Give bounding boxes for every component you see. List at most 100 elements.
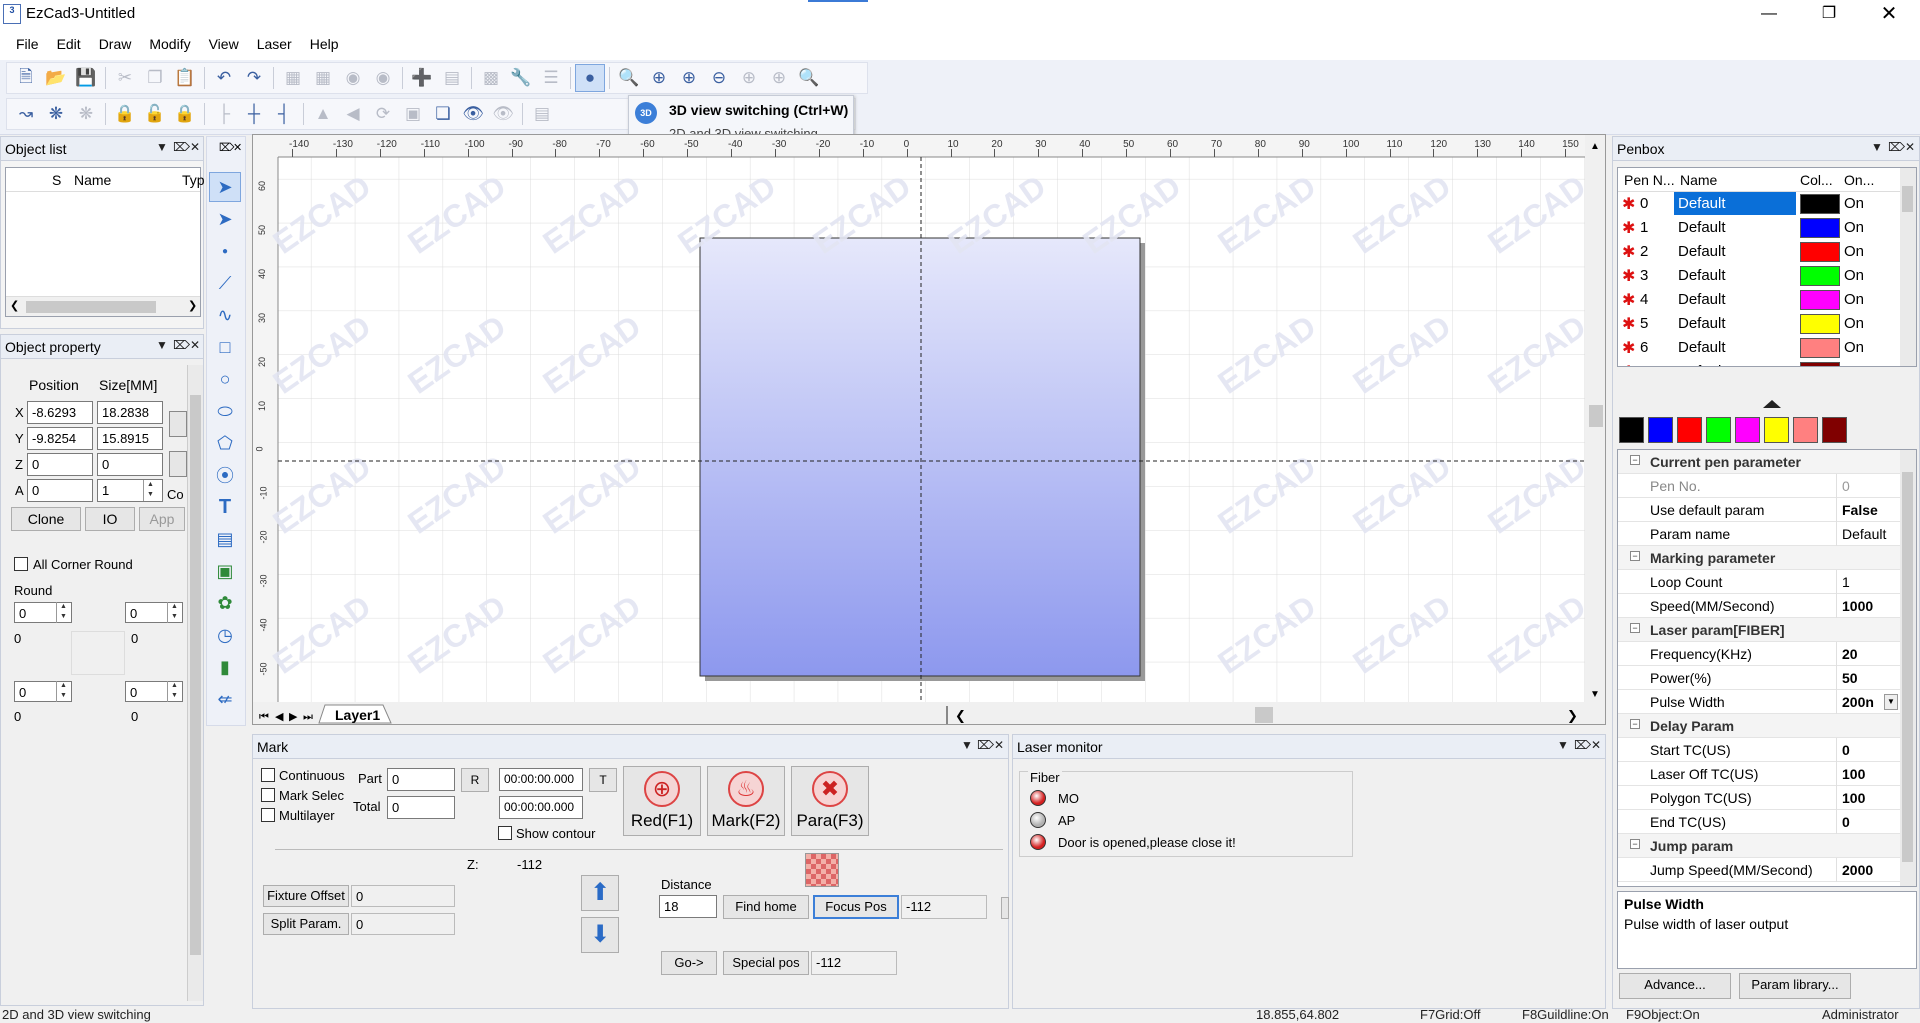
pen-color-cell[interactable] [1800, 338, 1840, 358]
tools-icon[interactable]: 🔧 [506, 64, 536, 92]
position-z-field[interactable]: 0 [27, 453, 93, 476]
scroll-thumb[interactable] [26, 301, 156, 313]
param-category[interactable]: − Laser param[FIBER] [1618, 618, 1900, 642]
snap-grid-icon[interactable]: ❋ [41, 100, 71, 128]
save-icon[interactable]: 💾 [71, 64, 101, 92]
dropdown-icon[interactable]: ▼ [961, 738, 973, 752]
scroll-thumb[interactable] [190, 395, 201, 955]
color-swatch[interactable] [1822, 417, 1847, 443]
lock-ratio-button[interactable] [169, 411, 187, 437]
param-value[interactable]: 2000 [1842, 862, 1873, 878]
mark-select-checkbox[interactable] [261, 788, 275, 802]
io-tool-icon[interactable]: ▮ [209, 652, 241, 682]
pen-row[interactable]: ✱ 1 Default On [1618, 216, 1900, 240]
menu-file[interactable]: File [8, 30, 49, 60]
size-a-spinner[interactable]: ▲ ▼ [143, 480, 157, 501]
tab-splitter[interactable] [946, 706, 948, 724]
pin-icon[interactable]: ⌦ [173, 338, 190, 352]
color-swatch[interactable] [1648, 417, 1673, 443]
undo-icon[interactable]: ↶ [209, 64, 239, 92]
next-page-icon[interactable]: ▶ [289, 711, 298, 723]
param-value[interactable]: 1 [1842, 574, 1850, 590]
continuous-checkbox[interactable] [261, 768, 275, 782]
param-value[interactable]: 1000 [1842, 598, 1873, 614]
color-swatch[interactable] [1706, 417, 1731, 443]
align-icon[interactable]: ☰ [536, 64, 566, 92]
split-param-button[interactable]: Split Param. [263, 913, 349, 935]
round-top-right-spinner[interactable]: ▲ ▼ [167, 602, 181, 623]
timer-tool-icon[interactable]: ◷ [209, 620, 241, 650]
rectangle-object[interactable] [699, 237, 1141, 677]
lock-all-icon[interactable]: 🔒 [170, 100, 200, 128]
menu-edit[interactable]: Edit [49, 30, 91, 60]
zoom-out-icon[interactable]: ⊖ [704, 64, 734, 92]
menu-modify[interactable]: Modify [141, 30, 200, 60]
color-swatch[interactable] [1764, 417, 1789, 443]
duplicate-view-icon[interactable]: ❏ [428, 100, 458, 128]
zoom-page-icon[interactable]: 🔍 [794, 64, 824, 92]
dropdown-icon[interactable]: ▼ [1871, 140, 1883, 154]
hscroll-left-icon[interactable]: ❮ [955, 708, 966, 724]
pen-color-cell[interactable] [1800, 314, 1840, 334]
param-row[interactable]: Pen No. 0 [1618, 474, 1900, 498]
extra-button[interactable] [1001, 897, 1009, 919]
param-value[interactable]: 50 [1842, 670, 1858, 686]
param-row[interactable]: Start TC(US) 0 [1618, 738, 1900, 762]
param-value[interactable]: 200n [1842, 694, 1874, 710]
param-row[interactable]: Frequency(KHz) 20 [1618, 642, 1900, 666]
new-file-icon[interactable]: 🗎 [11, 64, 41, 92]
extend-axis-tool-icon[interactable]: ⇍ [209, 684, 241, 714]
scroll-left-icon[interactable]: ❮ [10, 299, 19, 312]
param-category[interactable]: − Current pen parameter [1618, 450, 1900, 474]
hscroll-right-icon[interactable]: ❯ [1567, 708, 1578, 724]
round-bottom-left-spinner[interactable]: ▲ ▼ [56, 681, 70, 702]
fixture-offset-field[interactable]: 0 [351, 885, 455, 907]
snap-object-icon[interactable]: ❋ [71, 100, 101, 128]
close-panel-icon[interactable]: ✕ [994, 738, 1004, 752]
position-a-field[interactable]: 0 [27, 479, 93, 502]
size-y-field[interactable]: 15.8915 [97, 427, 163, 450]
pen-color-cell[interactable] [1800, 362, 1840, 366]
param-row[interactable]: Power(%) 50 [1618, 666, 1900, 690]
find-home-button[interactable]: Find home [723, 895, 809, 919]
menu-view[interactable]: View [201, 30, 249, 60]
pen-row[interactable]: ✱ 6 Default On [1618, 336, 1900, 360]
fixture-offset-button[interactable]: Fixture Offset [263, 885, 349, 907]
paste-icon[interactable]: 📋 [170, 64, 200, 92]
cut-icon[interactable]: ✂ [110, 64, 140, 92]
param-row[interactable]: Polygon TC(US) 100 [1618, 786, 1900, 810]
param-value[interactable]: False [1842, 502, 1878, 518]
clone-button[interactable]: Clone [11, 507, 81, 531]
param-value[interactable]: 0 [1842, 478, 1850, 494]
go-button[interactable]: Go-> [661, 951, 717, 975]
array-icon[interactable]: ▩ [476, 64, 506, 92]
reset-time-button[interactable]: T [589, 768, 617, 792]
param-row[interactable]: Loop Count 1 [1618, 570, 1900, 594]
zoom-icon[interactable]: 🔍 [614, 64, 644, 92]
param-row[interactable]: Jump Speed(MM/Second) 2000 [1618, 858, 1900, 882]
pen-table-vscroll[interactable] [1900, 168, 1916, 366]
close-panel-icon[interactable]: ✕ [233, 141, 242, 154]
object-list-hscroll[interactable]: ❮ ❯ [6, 296, 200, 316]
zoom-in-icon[interactable]: ⊕ [644, 64, 674, 92]
param-value[interactable]: 100 [1842, 790, 1865, 806]
total-field[interactable]: 0 [387, 796, 455, 819]
pin-icon[interactable]: ⌦ [977, 738, 994, 752]
redo-icon[interactable]: ↷ [239, 64, 269, 92]
apply-button[interactable]: App [139, 507, 185, 531]
reset-part-button[interactable]: R [461, 768, 489, 792]
barcode-tool-icon[interactable]: ▤ [209, 524, 241, 554]
param-category[interactable]: − Marking parameter [1618, 546, 1900, 570]
scroll-thumb[interactable] [1902, 186, 1913, 212]
para-button[interactable]: ✖ Para(F3) [791, 766, 869, 836]
open-folder-icon[interactable]: 📂 [41, 64, 71, 92]
menu-laser[interactable]: Laser [249, 30, 302, 60]
distance-field[interactable]: 18 [659, 895, 717, 918]
round-top-left-spinner[interactable]: ▲ ▼ [56, 602, 70, 623]
prev-page-icon[interactable]: ◀ [275, 711, 284, 723]
3d-view-switch-icon[interactable]: ● [575, 64, 605, 92]
show-contour-checkbox[interactable] [498, 826, 512, 840]
dropdown-icon[interactable]: ▼ [156, 140, 168, 154]
zoom-all-icon[interactable]: ⊕ [674, 64, 704, 92]
zoom-object-icon[interactable]: ⊕ [764, 64, 794, 92]
